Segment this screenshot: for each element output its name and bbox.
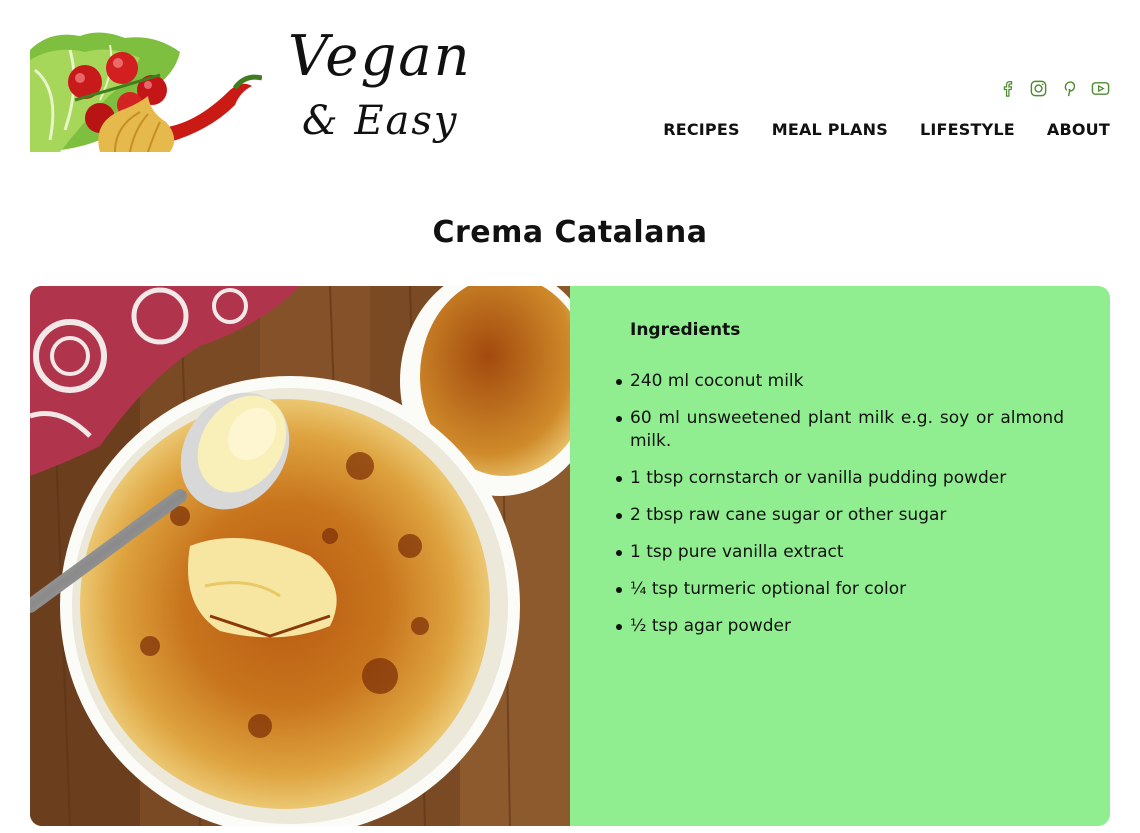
ingredient-item: 60 ml unsweetened plant milk e.g. soy or… [616,408,1064,451]
nav-about[interactable]: ABOUT [1047,120,1110,139]
recipe-photo [30,286,570,826]
ingredients-panel: Ingredients 240 ml coconut milk 60 ml un… [570,286,1110,826]
ingredients-list: 240 ml coconut milk 60 ml unsweetened pl… [616,370,1064,638]
ingredient-item: 1 tbsp cornstarch or vanilla pudding pow… [616,467,1064,490]
instagram-icon[interactable] [1029,79,1048,98]
ingredient-item: 2 tbsp raw cane sugar or other sugar [616,504,1064,527]
nav-recipes[interactable]: RECIPES [663,120,740,139]
ingredient-item: ¼ tsp turmeric optional for color [616,578,1064,601]
recipe-title: Crema Catalana [432,215,708,250]
recipe-card: Ingredients 240 ml coconut milk 60 ml un… [30,286,1110,826]
main-nav: RECIPES MEAL PLANS LIFESTYLE ABOUT [663,120,1110,139]
page: Vegan & Easy RECIPES MEAL PLANS LIFESTYL… [0,0,1140,833]
nav-lifestyle[interactable]: LIFESTYLE [920,120,1015,139]
ingredient-item: ½ tsp agar powder [616,615,1064,638]
nav-meal-plans[interactable]: MEAL PLANS [772,120,888,139]
logo-subtitle: & Easy [302,98,459,144]
logo-vegetables-image[interactable] [30,30,262,152]
ingredient-item: 1 tsp pure vanilla extract [616,541,1064,564]
social-links [998,79,1110,98]
youtube-icon[interactable] [1091,79,1110,98]
ingredients-heading: Ingredients [630,320,741,340]
ingredient-item: 240 ml coconut milk [616,370,1064,393]
site-logo[interactable]: Vegan & Easy [288,22,508,152]
logo-title: Vegan [288,24,472,89]
pinterest-icon[interactable] [1060,79,1079,98]
facebook-icon[interactable] [998,79,1017,98]
